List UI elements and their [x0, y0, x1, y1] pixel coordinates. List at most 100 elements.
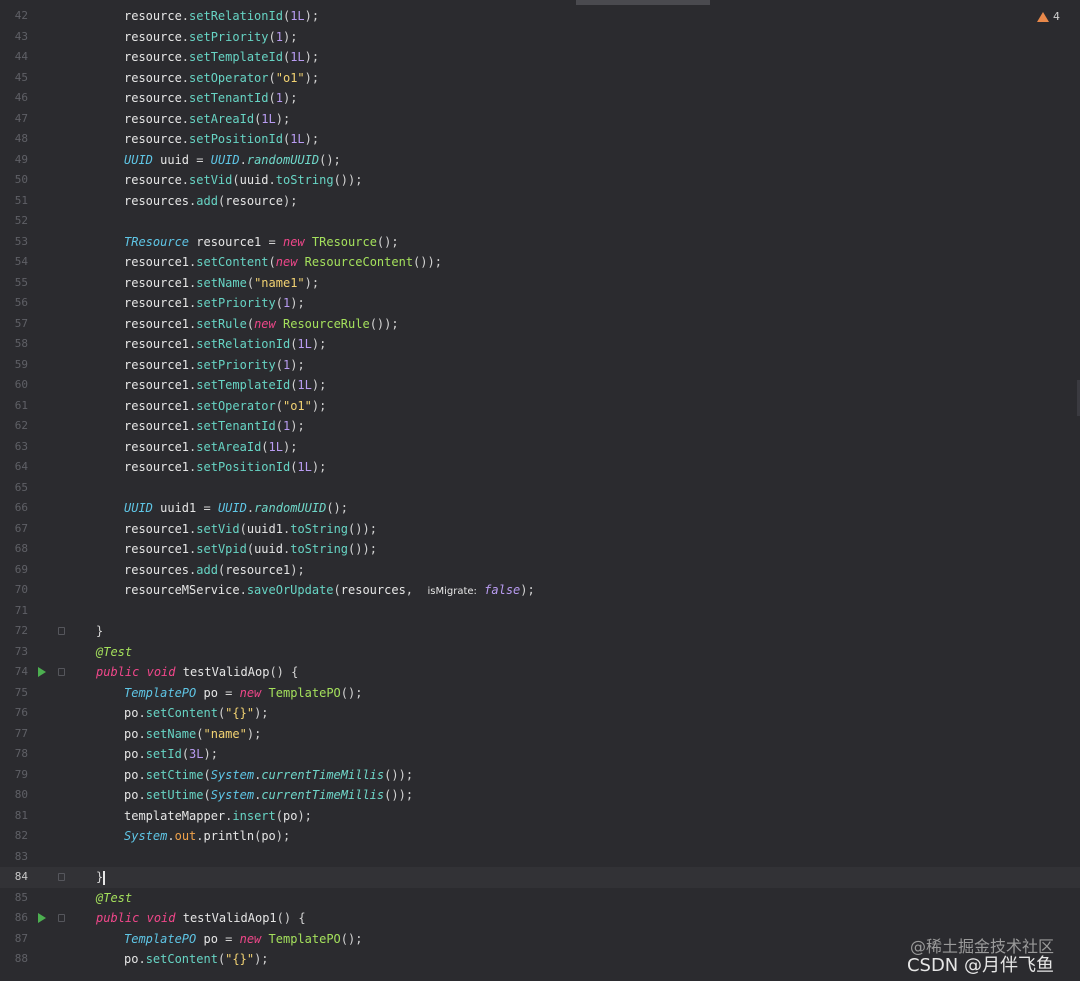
code-line[interactable]: 61 resource1.setOperator("o1");	[0, 396, 1080, 417]
code-text[interactable]: po.setId(3L);	[124, 744, 218, 765]
code-line[interactable]: 76 po.setContent("{}");	[0, 703, 1080, 724]
code-line[interactable]: 79 po.setCtime(System.currentTimeMillis()…	[0, 765, 1080, 786]
code-text[interactable]: resource1.setRelationId(1L);	[124, 334, 326, 355]
code-text[interactable]: resource1.setVpid(uuid.toString());	[124, 539, 377, 560]
code-line[interactable]: 71	[0, 601, 1080, 622]
code-text[interactable]: }	[96, 867, 106, 888]
line-number[interactable]: 81	[0, 806, 28, 827]
line-number[interactable]: 66	[0, 498, 28, 519]
line-number[interactable]: 44	[0, 47, 28, 68]
code-line[interactable]: 74 public void testValidAop() {	[0, 662, 1080, 683]
code-text[interactable]: TemplatePO po = new TemplatePO();	[124, 683, 362, 704]
line-number[interactable]: 83	[0, 847, 28, 868]
code-line[interactable]: 63 resource1.setAreaId(1L);	[0, 437, 1080, 458]
line-number[interactable]: 65	[0, 478, 28, 499]
line-number[interactable]: 52	[0, 211, 28, 232]
code-line[interactable]: 81 templateMapper.insert(po);	[0, 806, 1080, 827]
line-number[interactable]: 63	[0, 437, 28, 458]
code-text[interactable]: resource.setPriority(1);	[124, 27, 297, 48]
code-text[interactable]: }	[96, 621, 103, 642]
code-line[interactable]: 42 resource.setRelationId(1L);	[0, 6, 1080, 27]
code-text[interactable]: resource1.setTemplateId(1L);	[124, 375, 326, 396]
code-line[interactable]: 78 po.setId(3L);	[0, 744, 1080, 765]
code-text[interactable]: po.setContent("{}");	[124, 703, 269, 724]
code-text[interactable]: resource1.setOperator("o1");	[124, 396, 326, 417]
code-line[interactable]: 53 TResource resource1 = new TResource();	[0, 232, 1080, 253]
code-line[interactable]: 64 resource1.setPositionId(1L);	[0, 457, 1080, 478]
code-line[interactable]: 48 resource.setPositionId(1L);	[0, 129, 1080, 150]
code-line[interactable]: 82 System.out.println(po);	[0, 826, 1080, 847]
line-number[interactable]: 58	[0, 334, 28, 355]
code-text[interactable]: resources.add(resource);	[124, 191, 297, 212]
code-line[interactable]: 67 resource1.setVid(uuid1.toString());	[0, 519, 1080, 540]
code-line[interactable]: 62 resource1.setTenantId(1);	[0, 416, 1080, 437]
line-number[interactable]: 71	[0, 601, 28, 622]
code-text[interactable]: @Test	[96, 888, 132, 909]
line-number[interactable]: 50	[0, 170, 28, 191]
code-text[interactable]: resource.setTemplateId(1L);	[124, 47, 319, 68]
code-line[interactable]: 50 resource.setVid(uuid.toString());	[0, 170, 1080, 191]
line-number[interactable]: 55	[0, 273, 28, 294]
line-number[interactable]: 88	[0, 949, 28, 970]
code-text[interactable]: resource1.setTenantId(1);	[124, 416, 305, 437]
code-text[interactable]: resource.setPositionId(1L);	[124, 129, 319, 150]
line-number[interactable]: 53	[0, 232, 28, 253]
code-text[interactable]: resource.setVid(uuid.toString());	[124, 170, 362, 191]
line-number[interactable]: 59	[0, 355, 28, 376]
code-line[interactable]: 46 resource.setTenantId(1);	[0, 88, 1080, 109]
line-number[interactable]: 82	[0, 826, 28, 847]
run-test-icon[interactable]	[38, 913, 46, 923]
line-number[interactable]: 56	[0, 293, 28, 314]
code-text[interactable]: resourceMService.saveOrUpdate(resources,…	[124, 580, 535, 603]
code-text[interactable]: resource1.setPriority(1);	[124, 355, 305, 376]
code-line[interactable]: 51 resources.add(resource);	[0, 191, 1080, 212]
code-line[interactable]: 65	[0, 478, 1080, 499]
code-text[interactable]: resource.setOperator("o1");	[124, 68, 319, 89]
fold-icon[interactable]	[58, 873, 65, 881]
line-number[interactable]: 87	[0, 929, 28, 950]
code-text[interactable]: System.out.println(po);	[124, 826, 290, 847]
code-line[interactable]: 45 resource.setOperator("o1");	[0, 68, 1080, 89]
code-text[interactable]: templateMapper.insert(po);	[124, 806, 312, 827]
fold-icon[interactable]	[58, 627, 65, 635]
code-text[interactable]: resource1.setContent(new ResourceContent…	[124, 252, 442, 273]
line-number[interactable]: 49	[0, 150, 28, 171]
line-number[interactable]: 68	[0, 539, 28, 560]
code-line[interactable]: 60 resource1.setTemplateId(1L);	[0, 375, 1080, 396]
line-number[interactable]: 76	[0, 703, 28, 724]
line-number[interactable]: 60	[0, 375, 28, 396]
code-line[interactable]: 54 resource1.setContent(new ResourceConte…	[0, 252, 1080, 273]
line-number[interactable]: 72	[0, 621, 28, 642]
code-line[interactable]: 80 po.setUtime(System.currentTimeMillis()…	[0, 785, 1080, 806]
line-number[interactable]: 46	[0, 88, 28, 109]
code-line[interactable]: 68 resource1.setVpid(uuid.toString());	[0, 539, 1080, 560]
code-text[interactable]: public void testValidAop1() {	[96, 908, 306, 929]
line-number[interactable]: 62	[0, 416, 28, 437]
code-line[interactable]: 84}	[0, 867, 1080, 888]
line-number[interactable]: 75	[0, 683, 28, 704]
code-text[interactable]: po.setUtime(System.currentTimeMillis());	[124, 785, 413, 806]
code-line[interactable]: 52	[0, 211, 1080, 232]
code-line[interactable]: 75 TemplatePO po = new TemplatePO();	[0, 683, 1080, 704]
code-line[interactable]: 73 @Test	[0, 642, 1080, 663]
code-text[interactable]: resource.setRelationId(1L);	[124, 6, 319, 27]
code-text[interactable]: resource1.setAreaId(1L);	[124, 437, 297, 458]
code-line[interactable]: 43 resource.setPriority(1);	[0, 27, 1080, 48]
line-number[interactable]: 79	[0, 765, 28, 786]
line-number[interactable]: 42	[0, 6, 28, 27]
line-number[interactable]: 48	[0, 129, 28, 150]
code-line[interactable]: 59 resource1.setPriority(1);	[0, 355, 1080, 376]
code-line[interactable]: 47 resource.setAreaId(1L);	[0, 109, 1080, 130]
code-editor[interactable]: 4 42 resource.setRelationId(1L); 43 resourc…	[0, 0, 1080, 981]
code-text[interactable]: resource1.setRule(new ResourceRule());	[124, 314, 399, 335]
code-line[interactable]: 86 public void testValidAop1() {	[0, 908, 1080, 929]
line-number[interactable]: 45	[0, 68, 28, 89]
code-line[interactable]: 56 resource1.setPriority(1);	[0, 293, 1080, 314]
line-number[interactable]: 61	[0, 396, 28, 417]
code-line[interactable]: 58 resource1.setRelationId(1L);	[0, 334, 1080, 355]
code-line[interactable]: 72}	[0, 621, 1080, 642]
code-line[interactable]: 83	[0, 847, 1080, 868]
line-number[interactable]: 69	[0, 560, 28, 581]
code-text[interactable]: po.setContent("{}");	[124, 949, 269, 970]
code-text[interactable]: TResource resource1 = new TResource();	[124, 232, 399, 253]
